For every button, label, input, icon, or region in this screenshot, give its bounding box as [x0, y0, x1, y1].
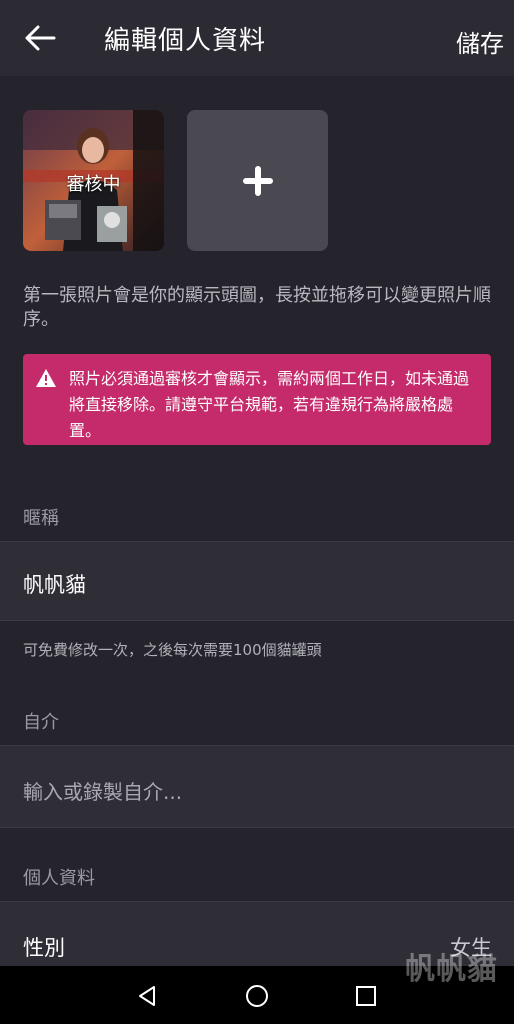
- nav-home-button[interactable]: [243, 982, 271, 1010]
- nickname-field[interactable]: 帆帆貓: [0, 541, 514, 621]
- profile-section-label: 個人資料: [23, 868, 95, 889]
- bio-section-label: 自介: [23, 712, 59, 733]
- nickname-value: 帆帆貓: [23, 573, 86, 597]
- watermark: 帆帆貓: [405, 952, 498, 987]
- review-status-label: 審核中: [66, 174, 121, 195]
- back-button[interactable]: [20, 18, 60, 58]
- square-recents-icon: [356, 986, 376, 1006]
- nav-back-button[interactable]: [133, 982, 161, 1010]
- warning-text: 照片必須通過審核才會顯示，需約兩個工作日，如未通過將直接移除。請遵守平台規範，若…: [69, 369, 470, 440]
- plus-icon: [242, 165, 273, 196]
- save-button[interactable]: 儲存: [456, 24, 504, 59]
- profile-photo-slot-1[interactable]: 審核中: [23, 110, 164, 251]
- page-title: 編輯個人資料: [104, 26, 267, 56]
- arrow-left-icon: [25, 25, 56, 51]
- bio-placeholder: 輸入或錄製自介...: [23, 780, 183, 804]
- gender-label: 性別: [23, 936, 65, 960]
- nav-recents-button[interactable]: [352, 982, 380, 1010]
- nickname-note: 可免費修改一次，之後每次需要100個貓罐頭: [23, 641, 322, 659]
- warning-icon: [36, 369, 56, 387]
- circle-home-icon: [246, 985, 268, 1007]
- nickname-section-label: 暱稱: [23, 508, 59, 529]
- add-photo-button[interactable]: [187, 110, 328, 251]
- photo-review-warning: 照片必須通過審核才會顯示，需約兩個工作日，如未通過將直接移除。請遵守平台規範，若…: [23, 354, 491, 445]
- triangle-back-icon: [139, 986, 155, 1006]
- photo-hint-text: 第一張照片會是你的顯示頭圖，長按並拖移可以變更照片順序。: [23, 285, 491, 330]
- bio-input[interactable]: 輸入或錄製自介...: [0, 745, 514, 828]
- top-app-bar: 編輯個人資料 儲存: [0, 0, 514, 76]
